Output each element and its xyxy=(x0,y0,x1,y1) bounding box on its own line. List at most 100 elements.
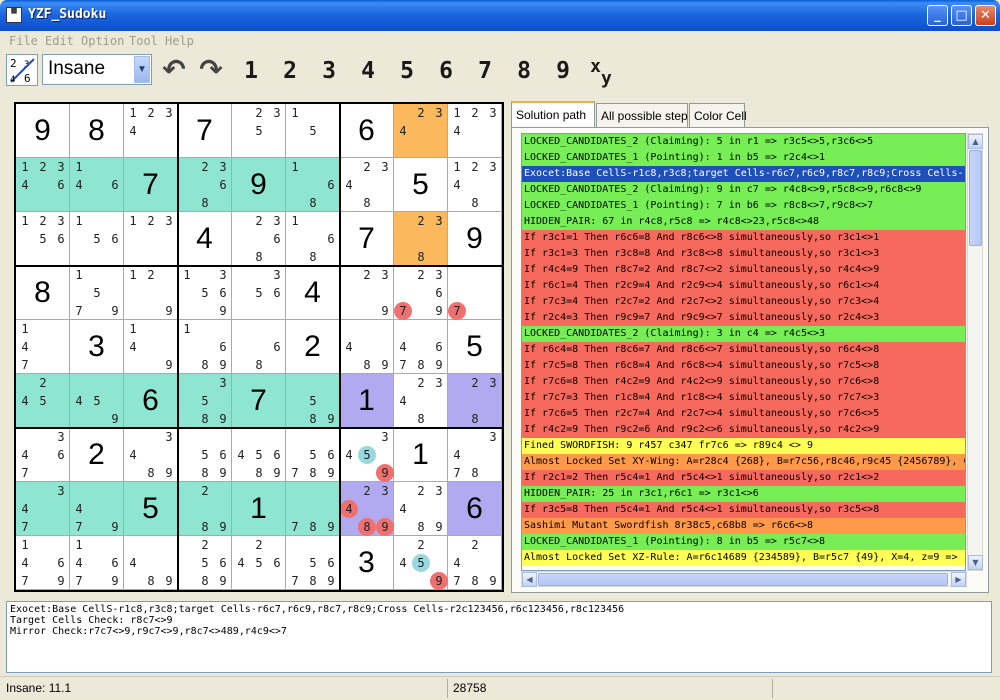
solution-step-row[interactable]: If r7c7=3 Then r1c8=4 And r1c8<>4 simult… xyxy=(522,390,965,406)
solution-step-row[interactable]: Almost Locked Set XZ-Rule: A=r6c14689 {2… xyxy=(522,550,965,566)
cell-r8c9[interactable]: 6 xyxy=(448,482,502,536)
cell-r2c4[interactable]: 23 68 xyxy=(178,158,232,212)
cell-r3c4[interactable]: 4 xyxy=(178,212,232,266)
cell-r9c5[interactable]: 2456 xyxy=(232,536,286,590)
menu-tool[interactable]: Tool xyxy=(129,34,158,48)
tab-color-cell[interactable]: Color Cell xyxy=(689,103,747,127)
cell-r1c6[interactable]: 15 xyxy=(286,104,340,158)
cell-r1c7[interactable]: 6 xyxy=(340,104,394,158)
cell-r4c9[interactable]: 7 xyxy=(448,266,502,320)
cell-r4c1[interactable]: 8 xyxy=(16,266,70,320)
solution-step-row[interactable]: If r6c4=8 Then r8c6=7 And r8c6<>7 simult… xyxy=(522,342,965,358)
scroll-down-icon[interactable]: ▼ xyxy=(968,555,983,570)
cell-r5c3[interactable]: 1 4 9 xyxy=(124,320,178,374)
cell-r6c1[interactable]: 245 xyxy=(16,374,70,428)
cell-r2c3[interactable]: 7 xyxy=(124,158,178,212)
cell-r7c6[interactable]: 56 789 xyxy=(286,428,340,482)
cell-r9c9[interactable]: 24 789 xyxy=(448,536,502,590)
cell-r1c9[interactable]: 123 4 xyxy=(448,104,502,158)
solution-step-row[interactable]: If r6c1=4 Then r2c9=4 And r2c9<>4 simult… xyxy=(522,278,965,294)
menu-file[interactable]: File xyxy=(9,34,38,48)
solution-step-row[interactable]: If r2c4=3 Then r9c9=7 And r9c9<>7 simult… xyxy=(522,310,965,326)
solution-step-row[interactable]: LOCKED_CANDIDATES_1 (Pointing): 8 in b5 … xyxy=(522,534,965,550)
cell-r3c3[interactable]: 123 xyxy=(124,212,178,266)
solution-step-row[interactable]: Almost Locked Set XY-Wing: A=r28c4 {268}… xyxy=(522,454,965,470)
horizontal-scroll-thumb[interactable] xyxy=(538,573,948,586)
cell-r9c6[interactable]: 56 789 xyxy=(286,536,340,590)
tab-solution-path[interactable]: Solution path xyxy=(511,101,595,127)
cell-r8c7[interactable]: 23 489 xyxy=(340,482,394,536)
cell-r3c7[interactable]: 7 xyxy=(340,212,394,266)
cell-r6c8[interactable]: 23 48 xyxy=(394,374,448,428)
cell-r5c5[interactable]: 68 xyxy=(232,320,286,374)
cell-r3c8[interactable]: 23 8 xyxy=(394,212,448,266)
solution-step-row[interactable]: If r3c5=8 Then r5c4=1 And r5c4<>1 simult… xyxy=(522,502,965,518)
digit-button-6[interactable]: 6 xyxy=(431,56,461,86)
cell-r4c7[interactable]: 23 9 xyxy=(340,266,394,320)
digit-button-8[interactable]: 8 xyxy=(509,56,539,86)
cell-r9c2[interactable]: 1 4 6 7 9 xyxy=(70,536,124,590)
cell-r5c6[interactable]: 2 xyxy=(286,320,340,374)
cell-r2c5[interactable]: 9 xyxy=(232,158,286,212)
cell-r8c2[interactable]: 4 7 9 xyxy=(70,482,124,536)
solution-step-row[interactable]: If r7c5=8 Then r6c8=4 And r6c8<>4 simult… xyxy=(522,358,965,374)
cell-r8c4[interactable]: 2 89 xyxy=(178,482,232,536)
redo-arrow-icon[interactable]: ↷ xyxy=(194,56,228,86)
cell-r1c4[interactable]: 7 xyxy=(178,104,232,158)
cell-r8c1[interactable]: 3 4 7 xyxy=(16,482,70,536)
cell-r1c5[interactable]: 235 xyxy=(232,104,286,158)
tab-all-possible-step[interactable]: All possible step xyxy=(596,103,688,127)
cell-r5c1[interactable]: 1 4 7 xyxy=(16,320,70,374)
cell-r3c1[interactable]: 12356 xyxy=(16,212,70,266)
solution-step-row[interactable]: If r7c3=4 Then r2c7=2 And r2c7<>2 simult… xyxy=(522,294,965,310)
solution-step-row[interactable]: HIDDEN_PAIR: 67 in r4c8,r5c8 => r4c8<>23… xyxy=(522,214,965,230)
cell-r7c3[interactable]: 3 489 xyxy=(124,428,178,482)
cell-r5c8[interactable]: 4 6 789 xyxy=(394,320,448,374)
menu-edit[interactable]: Edit xyxy=(45,34,74,48)
cell-r6c4[interactable]: 35 89 xyxy=(178,374,232,428)
cell-r6c6[interactable]: 5 89 xyxy=(286,374,340,428)
cell-r8c6[interactable]: 789 xyxy=(286,482,340,536)
cell-r3c9[interactable]: 9 xyxy=(448,212,502,266)
digit-button-2[interactable]: 2 xyxy=(275,56,305,86)
cell-r8c3[interactable]: 5 xyxy=(124,482,178,536)
cell-r4c3[interactable]: 12 9 xyxy=(124,266,178,320)
cell-r6c9[interactable]: 23 8 xyxy=(448,374,502,428)
menu-option[interactable]: Option xyxy=(81,34,124,48)
cell-r3c5[interactable]: 23 68 xyxy=(232,212,286,266)
digit-button-1[interactable]: 1 xyxy=(236,56,266,86)
cell-r5c2[interactable]: 3 xyxy=(70,320,124,374)
cell-r8c8[interactable]: 23 489 xyxy=(394,482,448,536)
solution-step-row[interactable]: LOCKED_CANDIDATES_2 (Claiming): 9 in c7 … xyxy=(522,182,965,198)
vertical-scrollbar[interactable]: ▲ ▼ xyxy=(967,133,983,571)
cell-r7c2[interactable]: 2 xyxy=(70,428,124,482)
cell-r2c7[interactable]: 23 48 xyxy=(340,158,394,212)
solution-step-row[interactable]: If r3c1=1 Then r6c6=8 And r8c6<>8 simult… xyxy=(522,230,965,246)
minimize-button[interactable]: _ xyxy=(927,5,948,26)
cell-r5c4[interactable]: 1689 xyxy=(178,320,232,374)
maximize-button[interactable]: □ xyxy=(951,5,972,26)
digit-button-3[interactable]: 3 xyxy=(314,56,344,86)
vertical-scroll-thumb[interactable] xyxy=(969,150,982,246)
cell-r7c8[interactable]: 1 xyxy=(394,428,448,482)
horizontal-scrollbar[interactable]: ◀ ▶ xyxy=(521,571,967,587)
solution-step-row[interactable]: Exocet:Base CellS-r1c8,r3c8;target Cells… xyxy=(522,166,965,182)
cell-r2c8[interactable]: 5 xyxy=(394,158,448,212)
cell-r8c5[interactable]: 1 xyxy=(232,482,286,536)
undo-arrow-icon[interactable]: ↶ xyxy=(157,56,191,86)
cell-r1c8[interactable]: 23 4 xyxy=(394,104,448,158)
solution-step-list[interactable]: LOCKED_CANDIDATES_2 (Claiming): 5 in r1 … xyxy=(521,133,966,571)
info-textbox[interactable]: Exocet:Base CellS-r1c8,r3c8;target Cells… xyxy=(6,601,992,673)
cell-r9c3[interactable]: 489 xyxy=(124,536,178,590)
candidate-toggle-icon[interactable]: 2346 xyxy=(6,54,38,86)
cell-r2c6[interactable]: 1 68 xyxy=(286,158,340,212)
solution-step-row[interactable]: If r3c1=3 Then r3c8=8 And r3c8<>8 simult… xyxy=(522,246,965,262)
cell-r7c1[interactable]: 3 4 6 7 xyxy=(16,428,70,482)
xy-button[interactable]: xy xyxy=(586,56,616,89)
cell-r7c4[interactable]: 5689 xyxy=(178,428,232,482)
cell-r1c3[interactable]: 123 4 xyxy=(124,104,178,158)
cell-r9c1[interactable]: 1 4 6 7 9 xyxy=(16,536,70,590)
cell-r4c2[interactable]: 1579 xyxy=(70,266,124,320)
solution-step-row[interactable]: Fined SWORDFISH: 9 r457 c347 fr7c6 => r8… xyxy=(522,438,965,454)
solution-step-row[interactable]: LOCKED_CANDIDATES_2 (Claiming): 3 in c4 … xyxy=(522,326,965,342)
